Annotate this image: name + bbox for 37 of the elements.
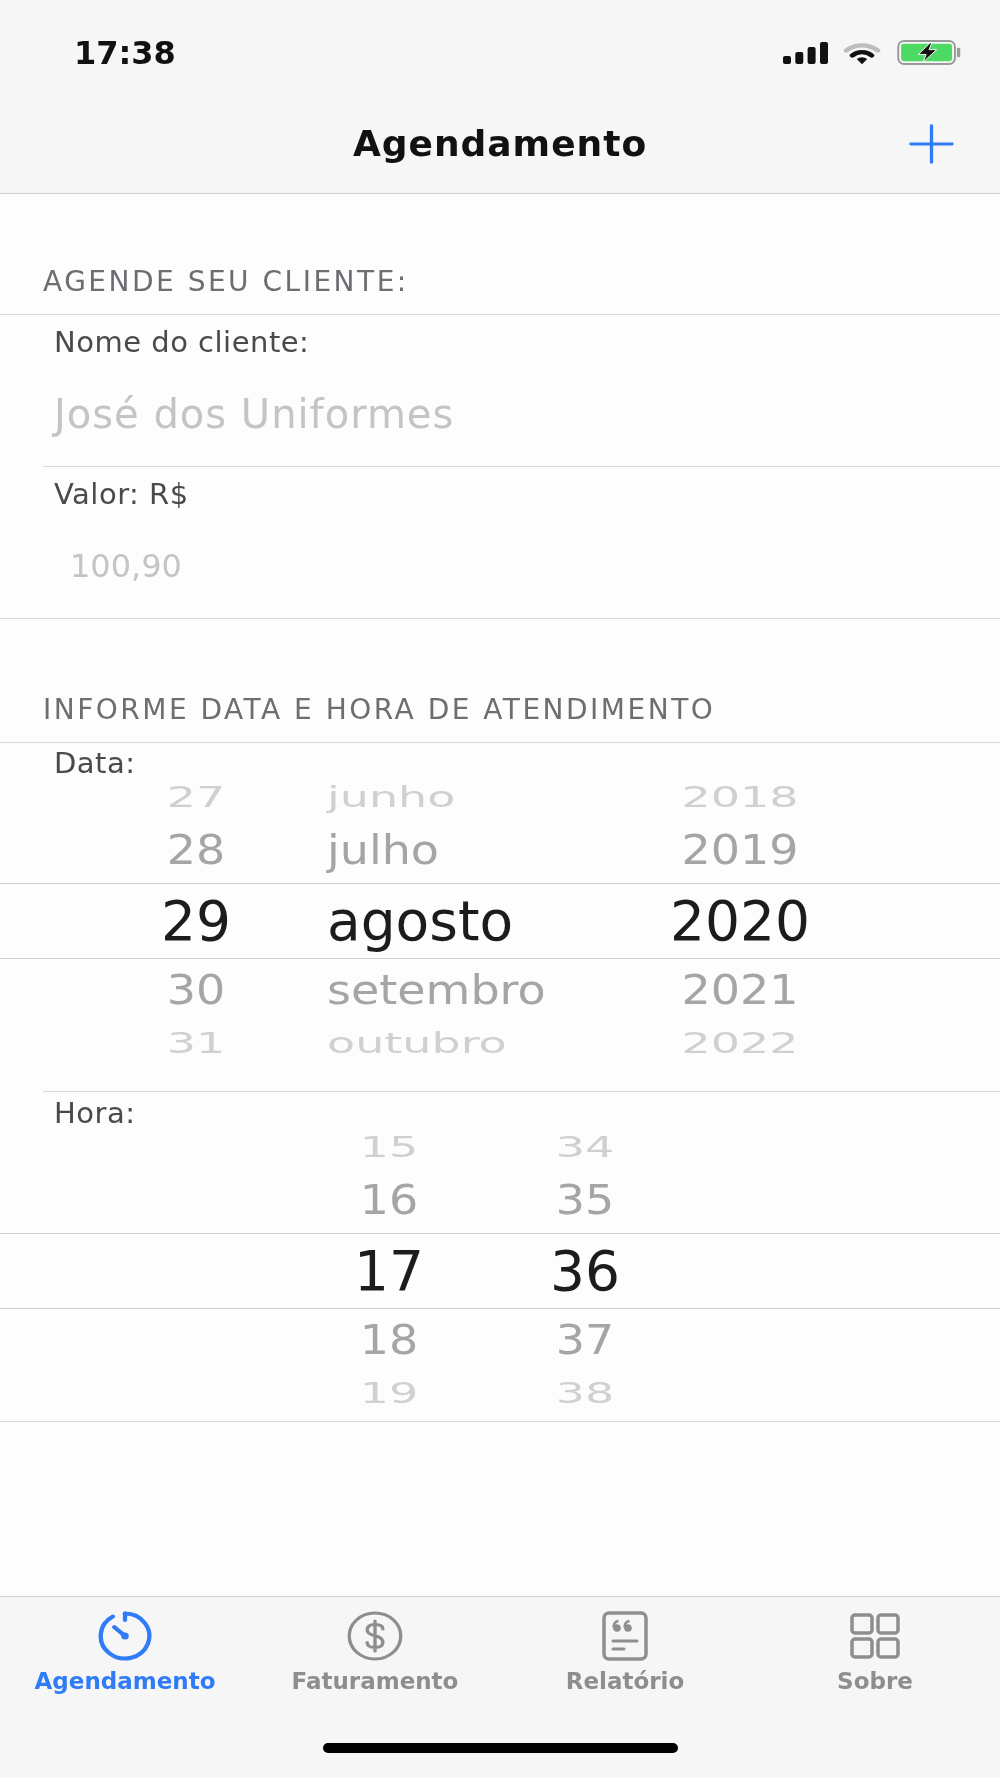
status-time: 17:38 [74, 33, 176, 72]
dollar-circle-icon [347, 1611, 403, 1661]
picker-option[interactable]: 2019 [677, 827, 803, 875]
wifi-icon [843, 40, 881, 65]
signal-icon [783, 41, 828, 64]
picker-option[interactable]: 36 [546, 1238, 624, 1304]
tab[interactable]: Sobre [750, 1597, 1000, 1699]
picker-option[interactable]: julho [323, 827, 443, 875]
picker-option[interactable]: 2021 [677, 967, 803, 1015]
tab[interactable]: Relatório [500, 1597, 750, 1699]
picker-label: Data: [54, 749, 136, 777]
picker-option[interactable]: 28 [162, 827, 230, 875]
quote-document-icon [602, 1611, 648, 1661]
picker-option[interactable]: 2020 [666, 888, 814, 954]
picker-option[interactable]: 17 [350, 1238, 428, 1304]
section-header: INFORME DATA E HORA DE ATENDIMENTO [43, 693, 716, 727]
picker-label: Hora: [54, 1099, 136, 1127]
tab[interactable]: Agendamento [0, 1597, 250, 1699]
picker-option[interactable]: 35 [551, 1177, 619, 1225]
tab[interactable]: Faturamento [250, 1597, 500, 1699]
name-field[interactable]: José dos Uniformes [50, 374, 1000, 454]
grid-icon [850, 1611, 900, 1661]
picker-option[interactable]: 16 [355, 1177, 423, 1225]
amount-field[interactable]: 100,90 [54, 526, 1000, 606]
picker-option[interactable]: 30 [162, 967, 230, 1015]
field-label: Valor: R$ [54, 478, 189, 510]
timer-icon [98, 1611, 152, 1661]
picker-option[interactable]: agosto [323, 888, 518, 954]
picker-option[interactable]: 29 [157, 888, 235, 954]
picker-option[interactable]: 37 [551, 1317, 619, 1365]
plus-icon [909, 124, 954, 164]
picker-option[interactable]: 18 [355, 1317, 423, 1365]
nav-title: Agendamento [352, 122, 648, 166]
picker-option[interactable]: setembro [323, 967, 550, 1015]
field-label: Nome do cliente: [54, 326, 310, 358]
battery-icon [896, 40, 962, 65]
section-header: AGENDE SEU CLIENTE: [43, 265, 409, 299]
